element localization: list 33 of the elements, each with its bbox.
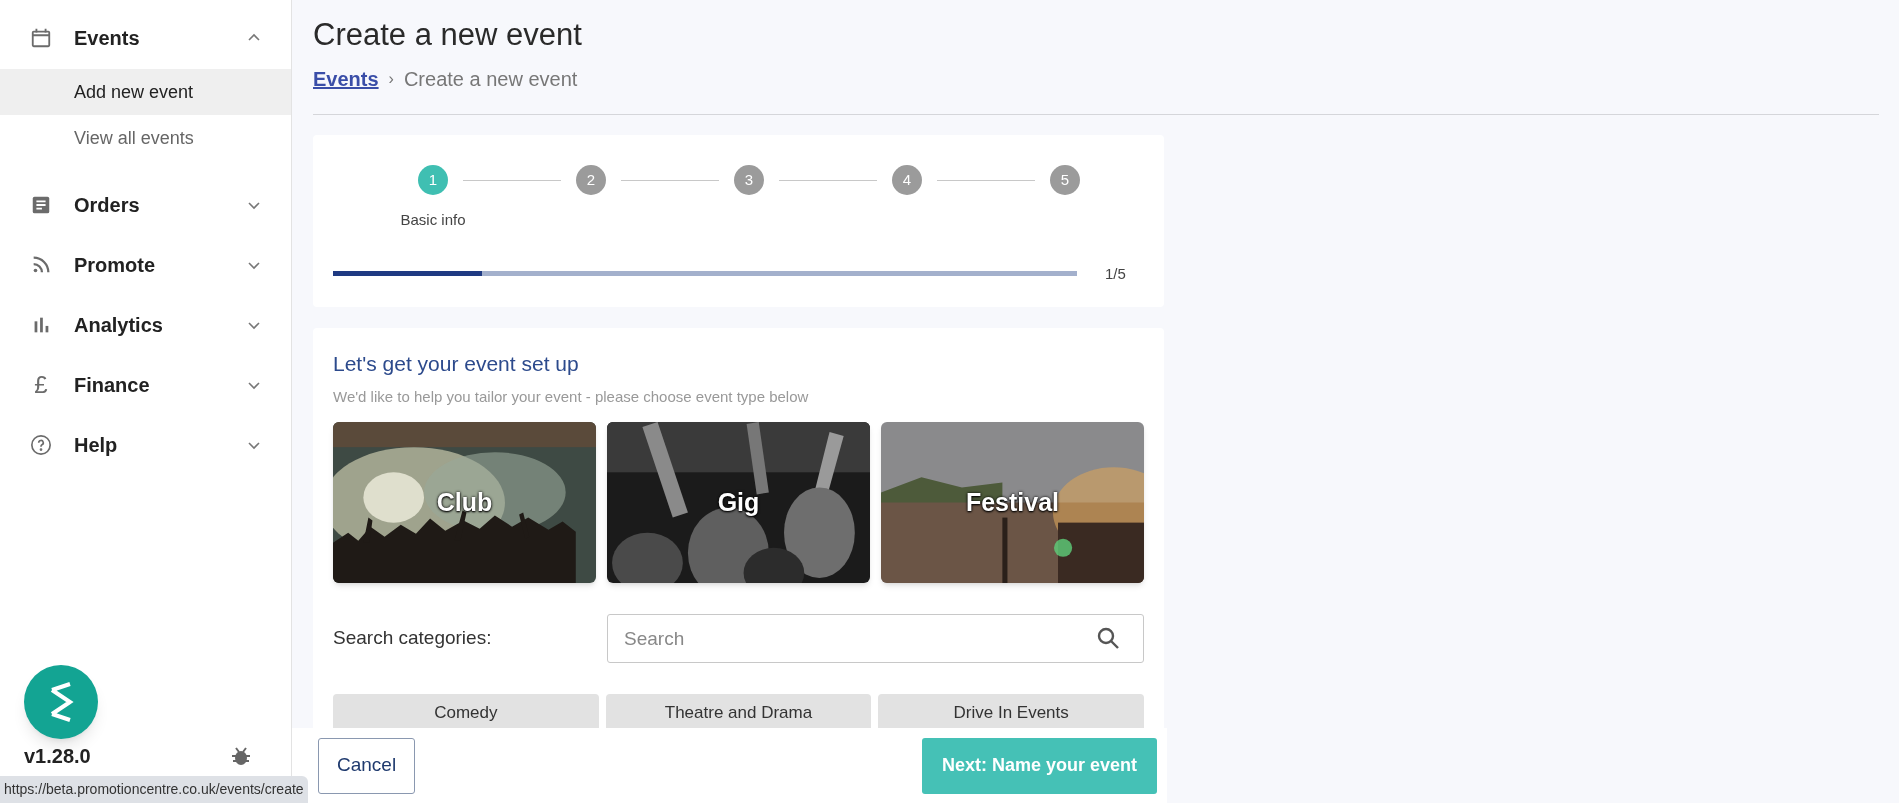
sidebar-item[interactable]: Promote bbox=[0, 245, 291, 285]
section-heading: Let's get your event set up bbox=[333, 351, 580, 377]
sidebar-subitem[interactable]: Add new event bbox=[0, 69, 291, 115]
url-tooltip: https://beta.promotioncentre.co.uk/events/create bbox=[0, 776, 308, 803]
help-icon bbox=[30, 434, 52, 456]
search-field[interactable]: Search bbox=[607, 614, 1144, 663]
event-type-card[interactable]: Gig bbox=[607, 422, 870, 583]
sidebar-item[interactable]: Events bbox=[0, 18, 291, 58]
progress-reading: 1/5 bbox=[1105, 263, 1126, 284]
page-title: Create a new event bbox=[313, 16, 583, 54]
calendar-icon bbox=[30, 27, 52, 49]
event-type-card[interactable]: Festival bbox=[881, 422, 1144, 583]
category-tile[interactable]: Comedy bbox=[333, 694, 599, 728]
category-tile[interactable]: Theatre and Drama bbox=[605, 694, 872, 728]
section-subtitle: We'd like to help you tailor your event - please choose event type below bbox=[333, 386, 810, 407]
search-icon[interactable] bbox=[1096, 626, 1120, 650]
sidebar-item[interactable]: Orders bbox=[0, 185, 291, 225]
step-label: Basic info bbox=[400, 210, 466, 230]
document-icon bbox=[30, 194, 52, 216]
breadcrumb-separator: › bbox=[388, 69, 394, 89]
sidebar-item[interactable]: Analytics bbox=[0, 305, 291, 345]
breadcrumb-link[interactable]: Events bbox=[313, 64, 379, 94]
cancel-button[interactable]: Cancel bbox=[318, 737, 416, 794]
sidebar-item[interactable]: £ Finance bbox=[0, 365, 291, 405]
version-label: v1.28.0 bbox=[24, 744, 91, 769]
search-label: Search categories: bbox=[333, 626, 493, 651]
logo-icon[interactable] bbox=[24, 665, 98, 739]
sidebar-subitem[interactable]: View all events bbox=[0, 115, 291, 161]
breadcrumb-current: Create a new event bbox=[403, 67, 578, 92]
sidebar-item[interactable]: Help bbox=[0, 425, 291, 465]
category-tile[interactable]: Drive In Events bbox=[878, 694, 1144, 728]
pound-icon: £ bbox=[30, 373, 52, 397]
bug-icon[interactable] bbox=[231, 746, 251, 766]
